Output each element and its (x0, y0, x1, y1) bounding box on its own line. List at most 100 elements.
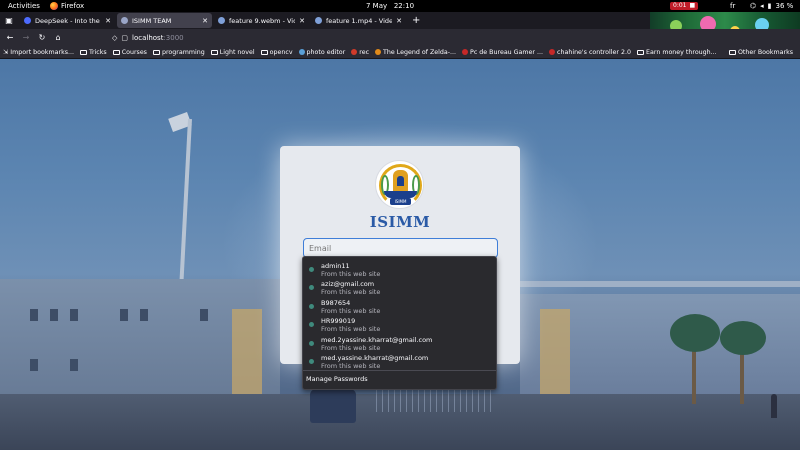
folder-icon (112, 49, 120, 55)
bookmark-label: rec (359, 48, 370, 56)
site-favicon-icon (462, 49, 469, 55)
system-tray[interactable]: ⌬ ◂ ▮ 36 % (750, 2, 793, 10)
close-tab-icon[interactable]: ✕ (105, 17, 111, 25)
bookmark-label: Other Bookmarks (737, 48, 793, 56)
tab-deepseek[interactable]: DeepSeek - Into the Unkn ✕ (20, 13, 115, 28)
stop-icon: ■ (689, 2, 696, 9)
shield-icon[interactable]: ◇ (112, 34, 117, 42)
keyboard-layout-indicator[interactable]: fr (730, 2, 735, 10)
clock[interactable]: 7 May 22:10 (366, 2, 414, 10)
url-host: localhost (132, 33, 164, 42)
palm-trunk (692, 344, 696, 404)
bookmark-label: Tricks (89, 48, 107, 56)
folder-icon (152, 49, 160, 55)
app-name: Firefox (61, 2, 85, 10)
system-top-bar: Activities Firefox 7 May 22:10 0:01 ■ fr… (0, 0, 800, 12)
bookmark-label: The Legend of Zelda-... (383, 48, 457, 56)
globe-favicon-icon (121, 17, 128, 24)
network-icon: ⌬ (750, 2, 757, 10)
folder-icon (728, 49, 736, 55)
bookmark-label: Import bookmarks... (10, 48, 75, 56)
brand-title: ISIMM (369, 213, 431, 231)
bookmark-controller[interactable]: chahine's controller 2.0 (546, 49, 634, 56)
site-favicon-icon (549, 49, 556, 55)
saved-login-source: From this web site (321, 270, 381, 278)
bookmark-label: programming (161, 48, 205, 56)
palm-tree (670, 314, 720, 352)
tab-title: ISIMM TEAM (132, 16, 172, 25)
activities-button[interactable]: Activities (8, 2, 40, 10)
forward-arrow-icon[interactable]: → (18, 33, 34, 42)
close-tab-icon[interactable]: ✕ (396, 17, 402, 25)
palm-tree (720, 321, 766, 355)
list-all-tabs-icon[interactable]: ▣ (0, 12, 18, 29)
volume-icon: ◂ (760, 2, 764, 10)
page-info-icon[interactable]: ▢ (121, 34, 128, 42)
bookmark-folder-opencv[interactable]: opencv (258, 49, 296, 56)
site-favicon-icon (298, 49, 305, 55)
new-tab-plus-icon[interactable]: + (412, 15, 420, 26)
bookmark-label: Pc de Bureau Gamer ... (470, 48, 544, 56)
bookmark-import[interactable]: ⇲ Import bookmarks... (0, 49, 77, 56)
bookmark-pc-gamer[interactable]: Pc de Bureau Gamer ... (459, 49, 546, 56)
close-tab-icon[interactable]: ✕ (202, 17, 208, 25)
bookmark-folder-programming[interactable]: programming (150, 49, 208, 56)
key-icon (309, 285, 314, 291)
pedestrian (771, 394, 777, 418)
app-menu[interactable]: Firefox (50, 2, 84, 10)
bookmark-label: photo editor (306, 48, 346, 56)
firefox-icon (50, 2, 58, 10)
navigation-toolbar: ← → ↻ ⌂ ◇ ▢ localhost:3000 (0, 29, 800, 46)
reload-icon[interactable]: ↻ (34, 33, 50, 42)
isimm-logo: ISIMM (375, 160, 424, 209)
home-icon[interactable]: ⌂ (50, 33, 66, 42)
bookmark-folder-earn-money[interactable]: Earn money through... (634, 49, 720, 56)
tab-feature-9[interactable]: feature 9.webm - Video to ✕ (214, 13, 309, 28)
bookmark-folder-tricks[interactable]: Tricks (77, 49, 110, 56)
folder-icon (637, 49, 645, 55)
bookmark-photo-editor[interactable]: photo editor (296, 49, 349, 56)
saved-login-source: From this web site (321, 325, 381, 334)
other-bookmarks-folder[interactable]: Other Bookmarks (726, 49, 796, 56)
bookmark-folder-courses[interactable]: Courses (110, 49, 150, 56)
saved-logins-dropdown: admin11 From this web site aziz@gmail.co… (302, 256, 497, 390)
saved-login-source: From this web site (321, 343, 381, 352)
tab-feature-1[interactable]: feature 1.mp4 - Video to ✕ (311, 13, 406, 28)
email-field[interactable] (303, 238, 498, 258)
bookmark-zelda[interactable]: The Legend of Zelda-... (372, 49, 459, 56)
key-icon (309, 303, 314, 309)
folder-icon (80, 49, 88, 55)
bookmark-rec[interactable]: rec (348, 49, 372, 56)
battery-icon: ▮ (767, 2, 772, 10)
saved-login-username: HR999019 (321, 317, 356, 326)
key-icon (309, 267, 314, 272)
saved-login-username: med.2yassine.kharrat@gmail.com (321, 335, 433, 344)
import-icon: ⇲ (3, 48, 9, 56)
bookmark-folder-light-novel[interactable]: Light novel (208, 49, 258, 56)
bookmark-label: Courses (121, 48, 147, 56)
tab-strip: ▣ DeepSeek - Into the Unkn ✕ ISIMM TEAM … (0, 12, 650, 29)
saved-login-username: B987654 (321, 298, 351, 307)
saved-login-item[interactable]: HR999019 From this web site (303, 317, 496, 335)
saved-login-item[interactable]: B987654 From this web site (303, 299, 496, 317)
site-favicon-icon (375, 49, 382, 55)
bookmark-label: opencv (269, 48, 293, 56)
saved-login-username: aziz@gmail.com (321, 280, 375, 289)
saved-login-item[interactable]: med.2yassine.kharrat@gmail.com From this… (303, 336, 496, 354)
tab-title: feature 1.mp4 - Video to (326, 16, 393, 25)
manage-passwords-button[interactable]: Manage Passwords (306, 375, 368, 383)
bookmarks-toolbar: ⇲ Import bookmarks... Tricks Courses prog… (0, 46, 800, 59)
back-arrow-icon[interactable]: ← (2, 33, 18, 42)
saved-login-item[interactable]: aziz@gmail.com From this web site (303, 280, 496, 298)
url-bar[interactable]: ◇ ▢ localhost:3000 (112, 31, 642, 44)
bookmark-label: chahine's controller 2.0 (557, 48, 632, 56)
key-icon (309, 340, 314, 346)
saved-login-item[interactable]: admin11 From this web site (303, 262, 496, 280)
date-text: 7 May (366, 2, 388, 10)
email-input[interactable] (309, 243, 492, 253)
tab-isimm-team[interactable]: ISIMM TEAM ✕ (117, 13, 212, 28)
bookmark-label: Earn money through... (646, 48, 717, 56)
close-tab-icon[interactable]: ✕ (299, 17, 305, 25)
screen-recording-indicator[interactable]: 0:01 ■ (670, 2, 699, 10)
dropdown-divider (303, 370, 496, 371)
